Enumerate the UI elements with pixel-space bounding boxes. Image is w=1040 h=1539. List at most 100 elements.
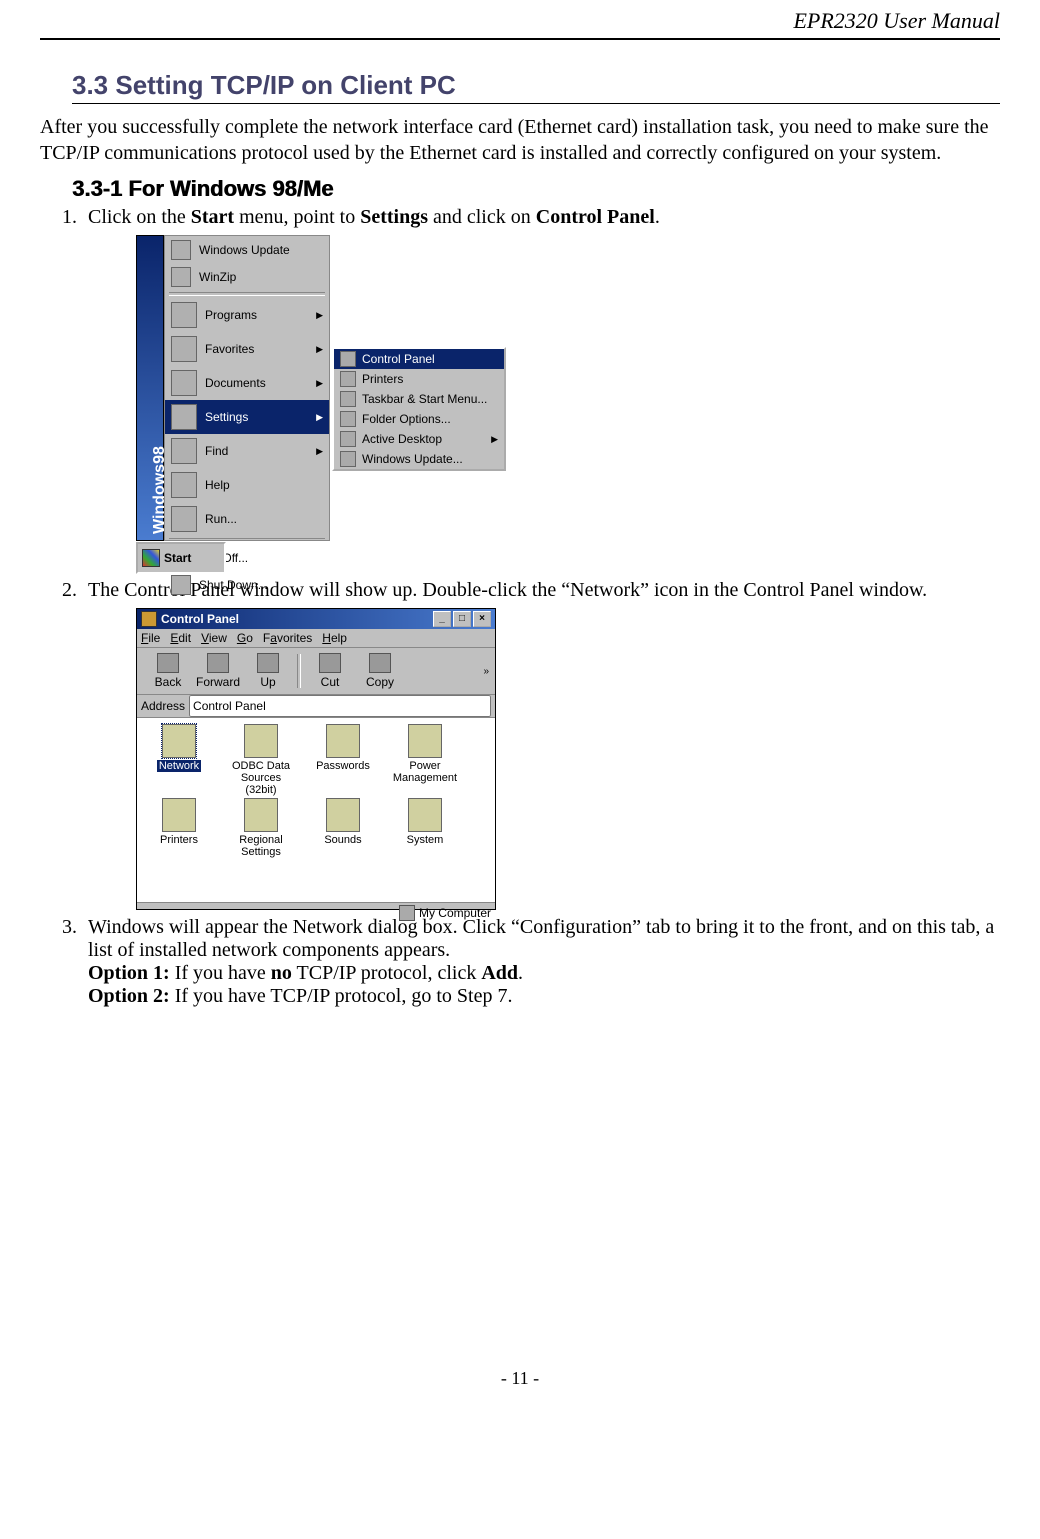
menu-item-find[interactable]: Find▶	[165, 434, 329, 468]
menu-item-favorites[interactable]: Favorites▶	[165, 332, 329, 366]
icon-odbc[interactable]: ODBC Data Sources (32bit)	[225, 724, 297, 796]
menu-item-windows-update[interactable]: Windows Update	[165, 236, 329, 263]
menu-edit[interactable]: Edit	[170, 631, 191, 645]
shutdown-icon	[171, 575, 191, 595]
submenu-arrow-icon: ▶	[316, 344, 323, 355]
step-3: Windows will appear the Network dialog b…	[82, 916, 1000, 1008]
submenu-item-folder-options[interactable]: Folder Options...	[334, 409, 504, 429]
folder-icon	[141, 611, 157, 627]
menu-go[interactable]: Go	[237, 631, 253, 645]
icon-network[interactable]: Network	[143, 724, 215, 796]
menu-separator	[169, 292, 325, 296]
active-desktop-icon	[340, 431, 356, 447]
toolbar: Back Forward Up Cut Copy »	[137, 647, 495, 695]
submenu-item-control-panel[interactable]: Control Panel	[334, 349, 504, 369]
submenu-item-windows-update[interactable]: Windows Update...	[334, 449, 504, 469]
copy-icon	[369, 653, 391, 673]
winzip-icon	[171, 267, 191, 287]
start-menu-sidebar: Windows98	[136, 235, 164, 541]
step3-option2: Option 2: If you have TCP/IP protocol, g…	[88, 985, 512, 1007]
menu-item-run[interactable]: Run...	[165, 502, 329, 536]
forward-icon	[207, 653, 229, 673]
tool-forward[interactable]: Forward	[193, 653, 243, 689]
sounds-icon	[326, 798, 360, 832]
submenu-item-active-desktop[interactable]: Active Desktop▶	[334, 429, 504, 449]
menu-view[interactable]: View	[201, 631, 227, 645]
odbc-icon	[244, 724, 278, 758]
run-icon	[171, 506, 197, 532]
submenu-arrow-icon: ▶	[316, 310, 323, 321]
menu-bar: File Edit View Go Favorites Help	[137, 629, 495, 647]
submenu-item-taskbar[interactable]: Taskbar & Start Menu...	[334, 389, 504, 409]
submenu-arrow-icon: ▶	[316, 378, 323, 389]
help-icon	[171, 472, 197, 498]
favorites-icon	[171, 336, 197, 362]
section-heading: 3.3 Setting TCP/IP on Client PC	[72, 70, 1000, 101]
submenu-item-printers[interactable]: Printers	[334, 369, 504, 389]
menu-item-documents[interactable]: Documents▶	[165, 366, 329, 400]
icon-passwords[interactable]: Passwords	[307, 724, 379, 796]
documents-icon	[171, 370, 197, 396]
folder-options-icon	[340, 411, 356, 427]
menu-item-winzip[interactable]: WinZip	[165, 263, 329, 290]
step1-text: Click on the Start menu, point to Settin…	[88, 206, 660, 228]
menu-item-shutdown[interactable]: Shut Down...	[165, 571, 329, 598]
section-intro-paragraph: After you successfully complete the netw…	[40, 114, 1000, 166]
minimize-button[interactable]: _	[433, 611, 451, 627]
step3-option1: Option 1: If you have no TCP/IP protocol…	[88, 962, 523, 984]
control-panel-icon	[340, 351, 356, 367]
menu-item-programs[interactable]: Programs▶	[165, 298, 329, 332]
control-panel-content: Network ODBC Data Sources (32bit) Passwo…	[137, 718, 495, 902]
header-rule	[40, 38, 1000, 40]
menu-favorites[interactable]: Favorites	[263, 631, 312, 645]
address-input[interactable]	[189, 695, 491, 717]
step-1: Click on the Start menu, point to Settin…	[82, 206, 1000, 573]
running-header: EPR2320 User Manual	[40, 8, 1000, 38]
window-titlebar: Control Panel _ □ ×	[137, 609, 495, 629]
settings-icon	[171, 404, 197, 430]
up-icon	[257, 653, 279, 673]
settings-submenu: Control Panel Printers Taskbar & Start M…	[332, 347, 506, 471]
network-icon	[162, 724, 196, 758]
passwords-icon	[326, 724, 360, 758]
icon-system[interactable]: System	[389, 798, 461, 858]
start-menu-column: Windows Update WinZip Programs▶ Favorite…	[164, 235, 330, 541]
status-bar: My Computer	[137, 902, 495, 923]
submenu-arrow-icon: ▶	[316, 446, 323, 457]
toolbar-overflow-icon[interactable]: »	[483, 666, 489, 677]
icon-power[interactable]: Power Management	[389, 724, 461, 796]
menu-item-help[interactable]: Help	[165, 468, 329, 502]
start-button[interactable]: Start	[136, 542, 226, 574]
printers-icon	[162, 798, 196, 832]
figure-start-menu: Windows98 Windows Update WinZip Programs…	[136, 235, 516, 573]
maximize-button[interactable]: □	[453, 611, 471, 627]
section-underline	[72, 103, 1000, 104]
tool-back[interactable]: Back	[143, 653, 193, 689]
system-icon	[408, 798, 442, 832]
subsection-heading: 3.3-1 For Windows 98/Me	[72, 176, 1000, 202]
close-button[interactable]: ×	[473, 611, 491, 627]
menu-item-settings[interactable]: Settings▶	[165, 400, 329, 434]
address-label: Address	[141, 699, 185, 713]
icon-sounds[interactable]: Sounds	[307, 798, 379, 858]
icon-printers[interactable]: Printers	[143, 798, 215, 858]
programs-icon	[171, 302, 197, 328]
icon-regional[interactable]: Regional Settings	[225, 798, 297, 858]
windows-logo-icon	[142, 549, 160, 567]
tool-copy[interactable]: Copy	[355, 653, 405, 689]
figure-control-panel: Control Panel _ □ × File Edit View Go Fa…	[136, 608, 496, 910]
my-computer-icon	[399, 905, 415, 921]
find-icon	[171, 438, 197, 464]
tool-up[interactable]: Up	[243, 653, 293, 689]
status-text: My Computer	[419, 906, 491, 920]
tool-cut[interactable]: Cut	[305, 653, 355, 689]
regional-icon	[244, 798, 278, 832]
page-footer: - 11 -	[40, 1368, 1000, 1389]
menu-file[interactable]: File	[141, 631, 160, 645]
submenu-arrow-icon: ▶	[491, 434, 498, 445]
menu-help[interactable]: Help	[322, 631, 347, 645]
submenu-arrow-icon: ▶	[316, 412, 323, 423]
step-2: The Control Panel window will show up. D…	[82, 579, 1000, 910]
power-icon	[408, 724, 442, 758]
printers-icon	[340, 371, 356, 387]
